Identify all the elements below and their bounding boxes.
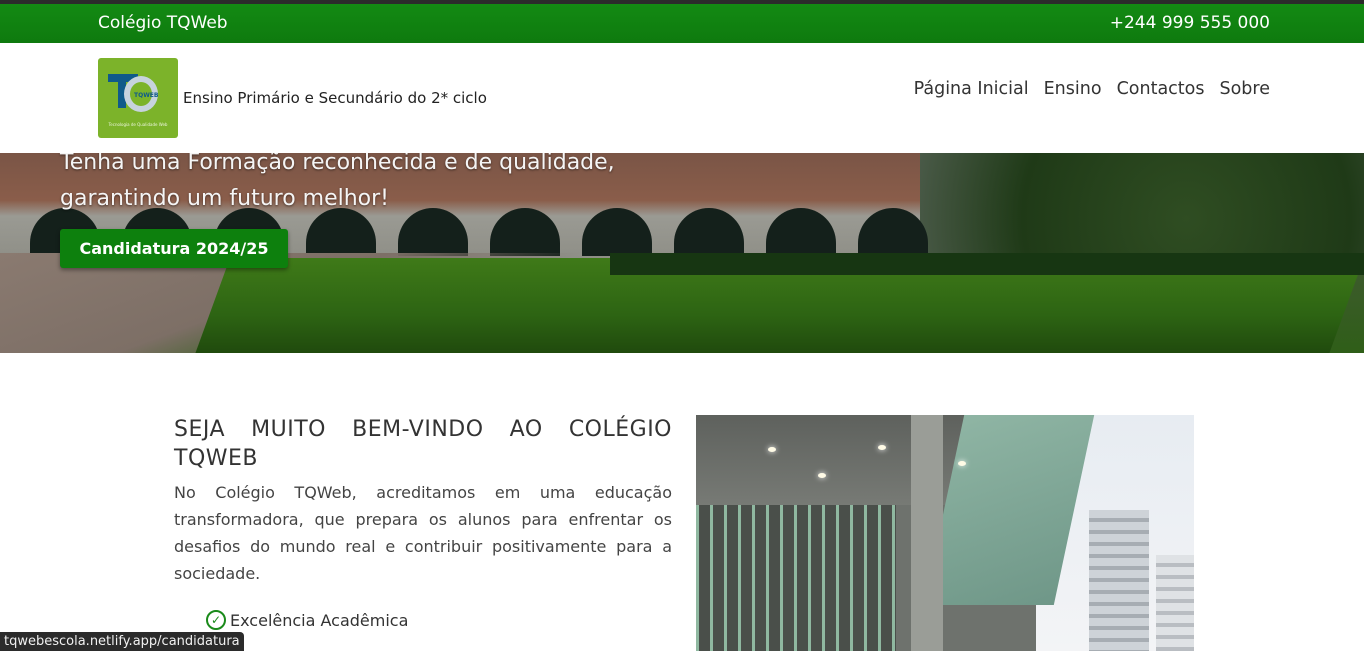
school-logo[interactable]: TQWEB Tecnologia de Qualidade Web bbox=[98, 58, 178, 138]
hero-headline: Tenha uma Formação reconhecida e de qual… bbox=[60, 153, 615, 217]
photo-light bbox=[768, 447, 776, 452]
welcome-section: SEJA MUITO BEM-VINDO AO COLÉGIO TQWEB No… bbox=[174, 415, 672, 587]
hero-line-2: garantindo um futuro melhor! bbox=[60, 186, 390, 211]
school-name: Colégio TQWeb bbox=[98, 13, 228, 33]
phone-number[interactable]: +244 999 555 000 bbox=[1110, 13, 1270, 33]
photo-light bbox=[958, 461, 966, 466]
candidatura-button[interactable]: Candidatura 2024/25 bbox=[60, 229, 288, 268]
top-contact-bar: Colégio TQWeb +244 999 555 000 bbox=[0, 4, 1364, 43]
photo-light bbox=[878, 445, 886, 450]
feature-label: Excelência Acadêmica bbox=[230, 610, 409, 630]
main-navbar: TQWEB Tecnologia de Qualidade Web Ensino… bbox=[0, 43, 1364, 153]
welcome-title: SEJA MUITO BEM-VINDO AO COLÉGIO TQWEB bbox=[174, 415, 672, 473]
hero-banner: Tenha uma Formação reconhecida e de qual… bbox=[0, 153, 1364, 353]
welcome-title-line-2: TQWEB bbox=[174, 446, 259, 471]
logo-text: TQWEB bbox=[134, 92, 159, 99]
photo-stairs bbox=[696, 505, 896, 651]
welcome-title-line-1: SEJA MUITO BEM-VINDO AO COLÉGIO bbox=[174, 417, 672, 442]
check-circle-icon: ✓ bbox=[206, 610, 226, 630]
photo-light bbox=[818, 473, 826, 478]
arch bbox=[858, 208, 928, 256]
photo-tower bbox=[1089, 510, 1149, 651]
status-bar-url: tqwebescola.netlify.app/candidatura bbox=[0, 632, 244, 651]
arch bbox=[674, 208, 744, 256]
photo-pillar bbox=[911, 415, 943, 651]
logo-slogan: Tecnologia de Qualidade Web bbox=[108, 122, 168, 127]
nav-link-ensino[interactable]: Ensino bbox=[1044, 79, 1102, 99]
nav-link-contactos[interactable]: Contactos bbox=[1117, 79, 1205, 99]
nav-link-home[interactable]: Página Inicial bbox=[914, 79, 1029, 99]
arch bbox=[766, 208, 836, 256]
welcome-body: No Colégio TQWeb, acreditamos em uma edu… bbox=[174, 483, 672, 583]
hero-trees bbox=[920, 153, 1364, 263]
photo-tower-2 bbox=[1156, 555, 1194, 651]
school-tagline: Ensino Primário e Secundário do 2* ciclo bbox=[183, 89, 487, 107]
nav-link-sobre[interactable]: Sobre bbox=[1219, 79, 1270, 99]
feature-item: ✓ Excelência Acadêmica bbox=[206, 607, 408, 633]
hero-hedge bbox=[610, 253, 1364, 275]
hero-line-1: Tenha uma Formação reconhecida e de qual… bbox=[60, 153, 615, 175]
feature-list: ✓ Excelência Acadêmica bbox=[206, 607, 408, 633]
nav-menu: Página Inicial Ensino Contactos Sobre bbox=[914, 79, 1270, 99]
building-photo bbox=[696, 415, 1194, 651]
